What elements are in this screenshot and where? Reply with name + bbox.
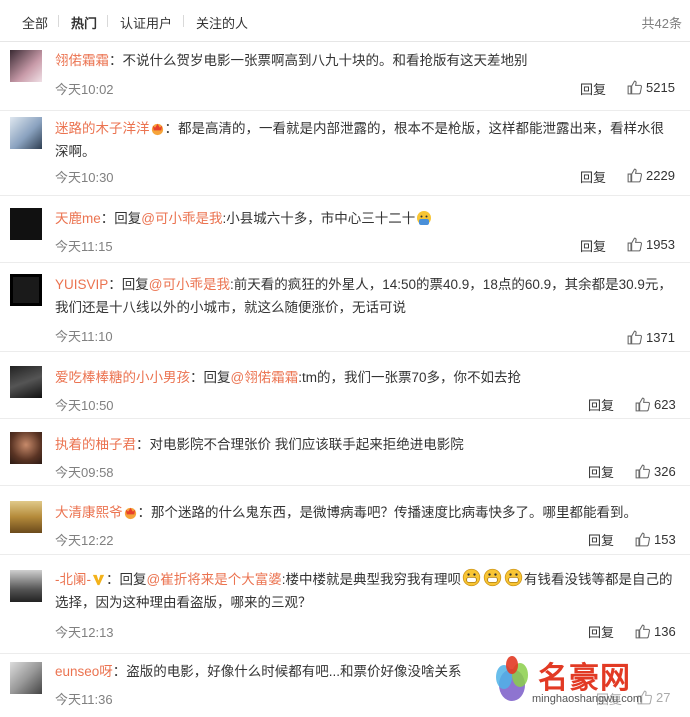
vip-crown-icon: [151, 123, 163, 136]
username-link[interactable]: 爱吃棒棒糖的小小男孩: [55, 370, 190, 385]
grin-emoji-icon: [504, 568, 523, 587]
comment-item: 天鹿me：回复@可小乖是我:小县城六十多，市中心三十二十 今天11:15 回复 …: [0, 196, 690, 263]
mention-link[interactable]: @崔折将来是个大富婆: [147, 572, 282, 587]
avatar[interactable]: [10, 117, 42, 149]
avatar[interactable]: [10, 274, 42, 306]
comment-item: -北阑- ：回复@崔折将来是个大富婆:楼中楼就是典型我穷我有理呗 有钱看没钱等都是自…: [0, 555, 690, 654]
comment-filter-tabs: 全部 热门 认证用户 关注的人 共42条: [0, 0, 690, 42]
username-link[interactable]: 执着的柚子君: [55, 437, 136, 452]
avatar[interactable]: [10, 50, 42, 82]
comment-text: YUISVIP：回复@可小乖是我:前天看的疯狂的外星人，14:50的票40.9，…: [55, 277, 672, 315]
comment-text: 大清康熙爷 ：那个迷路的什么鬼东西，是微博病毒吧？传播速度比病毒快多了。哪里都能看…: [55, 505, 637, 520]
username-link[interactable]: YUISVIP: [55, 277, 108, 292]
thumbs-up-icon: [627, 237, 642, 252]
tab-verified-users[interactable]: 认证用户: [120, 13, 172, 32]
avatar[interactable]: [10, 208, 42, 240]
username-link[interactable]: 大清康熙爷: [55, 505, 123, 520]
comment-time: 今天10:02: [55, 82, 114, 97]
tab-hot[interactable]: 热门: [71, 13, 97, 32]
like-button[interactable]: 2229: [626, 167, 675, 184]
like-count: 153: [654, 532, 676, 547]
like-count: 1953: [646, 237, 675, 252]
avatar[interactable]: [10, 432, 42, 464]
like-button[interactable]: 1953: [626, 236, 675, 253]
comment-item: 大清康熙爷 ：那个迷路的什么鬼东西，是微博病毒吧？传播速度比病毒快多了。哪里都能看…: [0, 486, 690, 555]
comment-text: 天鹿me：回复@可小乖是我:小县城六十多，市中心三十二十: [55, 207, 674, 230]
thumbs-up-icon: [635, 624, 650, 639]
like-button[interactable]: 1371: [626, 329, 675, 346]
comment-time: 今天12:13: [55, 625, 114, 640]
reply-button[interactable]: 回复: [588, 622, 614, 641]
comment-time: 今天10:50: [55, 398, 114, 413]
username-link[interactable]: 迷路的木子洋洋: [55, 121, 150, 136]
watermark-logo-icon: [496, 656, 528, 701]
comment-item: 翎偌霜霜：不说什么贺岁电影一张票啊高到八九十块的。和看抢版有这天差地别 今天10…: [0, 43, 690, 111]
verified-v-icon: [92, 574, 105, 586]
like-button[interactable]: 5215: [626, 79, 675, 96]
username-link[interactable]: -北阑-: [55, 572, 91, 587]
comment-text: 翎偌霜霜：不说什么贺岁电影一张票啊高到八九十块的。和看抢版有这天差地别: [55, 53, 528, 68]
thumbs-up-icon: [635, 397, 650, 412]
site-watermark: 名豪网 minghaoshangwu.com: [490, 651, 680, 713]
comment-text: 执着的柚子君：对电影院不合理张价 我们应该联手起来拒绝进电影院: [55, 437, 464, 452]
reply-button[interactable]: 回复: [588, 395, 614, 414]
avatar[interactable]: [10, 366, 42, 398]
comment-time: 今天11:36: [55, 692, 113, 707]
like-count: 326: [654, 464, 676, 479]
comment-item: YUISVIP：回复@可小乖是我:前天看的疯狂的外星人，14:50的票40.9，…: [0, 263, 690, 352]
comment-time: 今天11:10: [55, 329, 113, 344]
mention-link[interactable]: @可小乖是我: [149, 277, 230, 292]
username-link[interactable]: 翎偌霜霜: [55, 53, 109, 68]
username-link[interactable]: eunseo呀: [55, 664, 113, 679]
reply-button[interactable]: 回复: [580, 236, 606, 255]
username-link[interactable]: 天鹿me: [55, 211, 101, 226]
thumbs-up-icon: [627, 80, 642, 95]
comment-count: 共42条: [641, 16, 682, 31]
reply-button[interactable]: 回复: [580, 79, 606, 98]
comment-time: 今天11:15: [55, 239, 113, 254]
vip-crown-icon: [124, 507, 136, 520]
like-count: 136: [654, 624, 676, 639]
thumbs-up-icon: [627, 330, 642, 345]
like-count: 2229: [646, 168, 675, 183]
tab-following[interactable]: 关注的人: [196, 13, 248, 32]
tab-divider: [58, 15, 59, 27]
like-count: 623: [654, 397, 676, 412]
comment-text: 迷路的木子洋洋 ：都是高清的，一看就是内部泄露的，根本不是枪版，这样都能泄露出来，…: [55, 121, 664, 159]
comment-item: 迷路的木子洋洋 ：都是高清的，一看就是内部泄露的，根本不是枪版，这样都能泄露出来，…: [0, 111, 690, 196]
emoji-icon: [417, 211, 432, 225]
grin-emoji-icon: [462, 568, 481, 587]
comment-time: 今天09:58: [55, 465, 114, 480]
mention-link[interactable]: @可小乖是我: [141, 211, 222, 226]
avatar[interactable]: [10, 501, 42, 533]
reply-button[interactable]: 回复: [580, 167, 606, 186]
reply-button[interactable]: 回复: [588, 462, 614, 481]
watermark-url: minghaoshangwu.com: [532, 693, 643, 705]
like-button[interactable]: 136: [634, 623, 676, 640]
watermark-name: 名豪网: [538, 661, 631, 696]
comment-text: -北阑- ：回复@崔折将来是个大富婆:楼中楼就是典型我穷我有理呗 有钱看没钱等都是自…: [55, 568, 674, 614]
like-button[interactable]: 623: [634, 396, 676, 413]
comment-item: 执着的柚子君：对电影院不合理张价 我们应该联手起来拒绝进电影院 今天09:58 …: [0, 419, 690, 486]
like-button[interactable]: 153: [634, 531, 676, 548]
like-count: 1371: [646, 330, 675, 345]
thumbs-up-icon: [635, 464, 650, 479]
tab-divider: [107, 15, 108, 27]
like-button[interactable]: 326: [634, 463, 676, 480]
tab-divider: [183, 15, 184, 27]
mention-link[interactable]: @翎偌霜霜: [231, 370, 299, 385]
tab-all[interactable]: 全部: [22, 13, 48, 32]
comment-time: 今天12:22: [55, 533, 114, 548]
reply-button[interactable]: 回复: [588, 530, 614, 549]
comment-item: 爱吃棒棒糖的小小男孩：回复@翎偌霜霜:tm的，我们一张票70多，你不如去抢 今天…: [0, 352, 690, 419]
thumbs-up-icon: [635, 532, 650, 547]
like-count: 5215: [646, 80, 675, 95]
avatar[interactable]: [10, 662, 42, 694]
comment-text: 爱吃棒棒糖的小小男孩：回复@翎偌霜霜:tm的，我们一张票70多，你不如去抢: [55, 370, 521, 385]
grin-emoji-icon: [483, 568, 502, 587]
comment-time: 今天10:30: [55, 170, 114, 185]
thumbs-up-icon: [627, 168, 642, 183]
avatar[interactable]: [10, 570, 42, 602]
